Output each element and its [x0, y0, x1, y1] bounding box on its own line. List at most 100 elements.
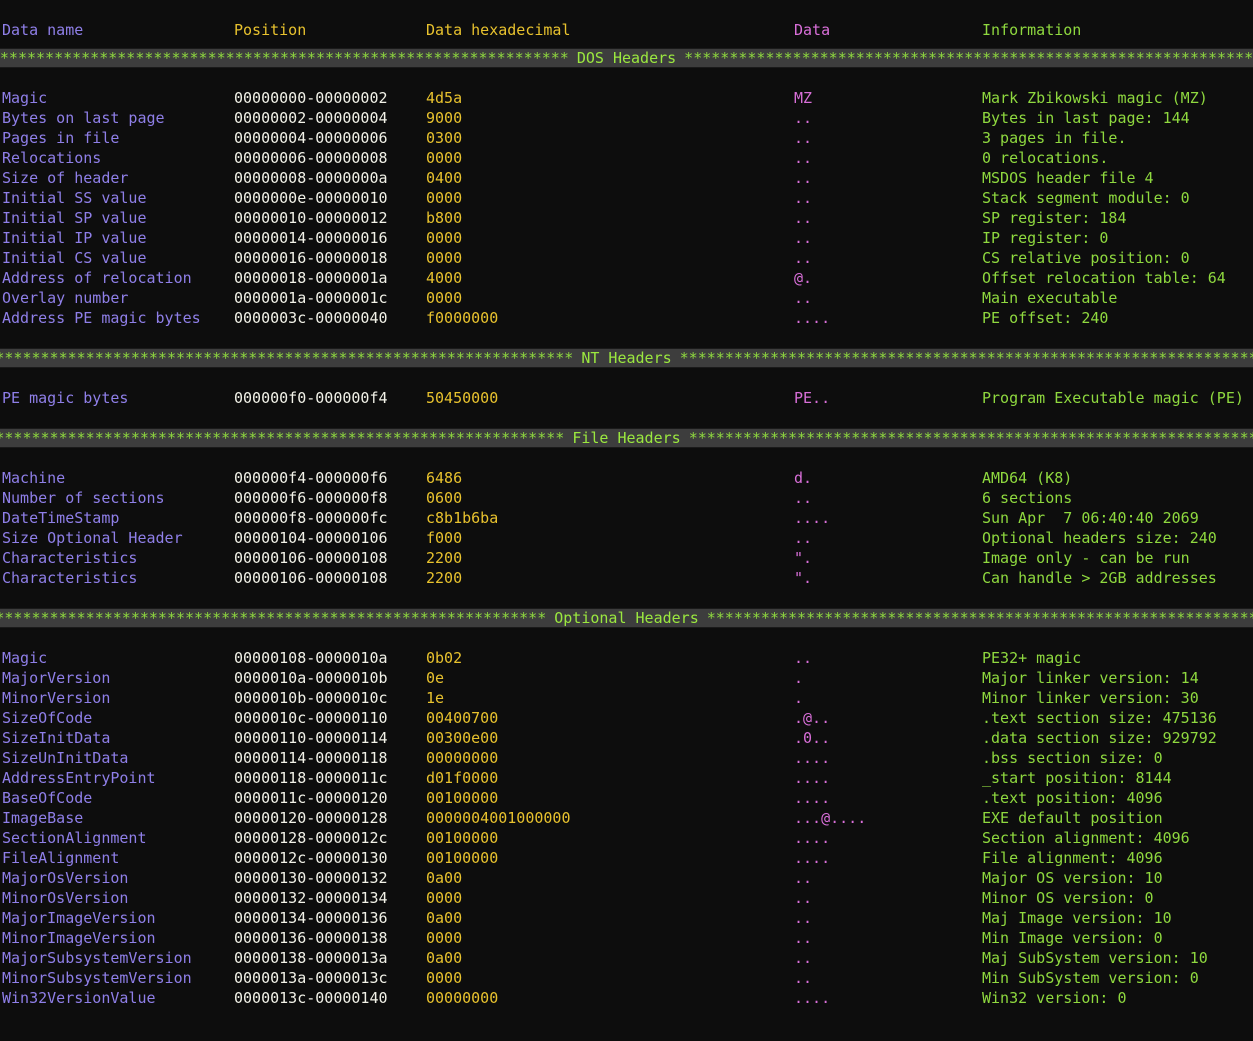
table-row[interactable]: Initial SP value 00000010-00000012 b800.. S…	[0, 208, 1253, 228]
row-data-hexadecimal: 0a00	[426, 869, 463, 887]
row-data-ascii: .0..	[794, 729, 831, 747]
table-row[interactable]: Number of sections 000000f6-000000f8 0600.…	[0, 488, 1253, 508]
table-row[interactable]: Machine 000000f4-000000f6 6486 d. AMD64 (K8)	[0, 468, 1253, 488]
section-bottom-spacer	[0, 408, 1253, 428]
row-information: _start position: 8144	[982, 769, 1172, 787]
table-row[interactable]: Initial CS value 00000016-00000018 0000.. C…	[0, 248, 1253, 268]
table-row[interactable]: DateTimeStamp 000000f8-000000fc c8b1b6ba..…	[0, 508, 1253, 528]
table-row[interactable]: Win32VersionValue 0000013c-00000140 000000…	[0, 988, 1253, 1008]
row-information: Min SubSystem version: 0	[982, 969, 1199, 987]
table-row[interactable]: Initial SS value 0000000e-00000010 0000.. S…	[0, 188, 1253, 208]
row-position: 00000014-00000016	[234, 229, 388, 247]
table-row[interactable]: SizeInitData 00000110-00000114 00300e00 .0.…	[0, 728, 1253, 748]
table-row[interactable]: MinorOsVersion 00000132-00000134 0000.. Min…	[0, 888, 1253, 908]
row-information: Min Image version: 0	[982, 929, 1163, 947]
row-data-hexadecimal: 0000	[426, 969, 463, 987]
row-data-hexadecimal: 00100000	[426, 829, 499, 847]
separator-stars-right: ****************************************…	[684, 49, 1253, 67]
table-row[interactable]: PE magic bytes 000000f0-000000f4 50450000 P…	[0, 388, 1253, 408]
section-separator: ****************************************…	[0, 48, 1253, 68]
row-position: 00000114-00000118	[234, 749, 388, 767]
row-position: 00000106-00000108	[234, 569, 388, 587]
separator-stars-right: ****************************************…	[679, 349, 1253, 367]
table-row[interactable]: Overlay number 0000001a-0000001c 0000.. Mai…	[0, 288, 1253, 308]
row-data-hexadecimal: 0000	[426, 229, 463, 247]
row-data-name: Magic	[2, 89, 48, 107]
row-data-ascii: ....	[794, 769, 831, 787]
table-row[interactable]: Address PE magic bytes 0000003c-00000040 f…	[0, 308, 1253, 328]
separator-stars-left: ****************************************…	[0, 429, 565, 447]
table-row[interactable]: SizeOfCode 0000010c-00000110 00400700 .@...…	[0, 708, 1253, 728]
table-row[interactable]: AddressEntryPoint 00000118-0000011c d01f00…	[0, 768, 1253, 788]
table-row[interactable]: Relocations 00000006-00000008 0000.. 0 relo…	[0, 148, 1253, 168]
table-row[interactable]: Address of relocation 00000018-0000001a 40…	[0, 268, 1253, 288]
header-table-body: ****************************************…	[0, 48, 1253, 1008]
row-data-ascii: ..	[794, 289, 813, 307]
row-data-name: MinorImageVersion	[2, 929, 156, 947]
table-row[interactable]: MajorOsVersion 00000130-00000132 0a00.. Maj…	[0, 868, 1253, 888]
row-position: 0000013a-0000013c	[234, 969, 388, 987]
row-data-ascii: ..	[794, 169, 813, 187]
table-row[interactable]: Characteristics 00000106-00000108 2200 ". Im…	[0, 548, 1253, 568]
table-row[interactable]: ImageBase 00000120-00000128 00000040010000…	[0, 808, 1253, 828]
table-row[interactable]: SizeUnInitData 00000114-00000118 00000000.…	[0, 748, 1253, 768]
row-data-ascii: ..	[794, 149, 813, 167]
table-row[interactable]: Pages in file 00000004-00000006 0300.. 3 pa…	[0, 128, 1253, 148]
row-information: Program Executable magic (PE)	[982, 389, 1244, 407]
row-position: 00000018-0000001a	[234, 269, 388, 287]
row-data-hexadecimal: 0400	[426, 169, 463, 187]
row-information: Main executable	[982, 289, 1118, 307]
table-row[interactable]: Size of header 00000008-0000000a 0400.. MSD…	[0, 168, 1253, 188]
table-row[interactable]: Magic 00000000-00000002 4d5a MZ Mark Zbikows…	[0, 88, 1253, 108]
row-position: 00000106-00000108	[234, 549, 388, 567]
row-data-name: Machine	[2, 469, 66, 487]
row-information: Can handle > 2GB addresses	[982, 569, 1217, 587]
table-row[interactable]: MinorSubsystemVersion 0000013a-0000013c 00…	[0, 968, 1253, 988]
row-position: 0000010b-0000010c	[234, 689, 388, 707]
row-information: CS relative position: 0	[982, 249, 1190, 267]
row-data-ascii: ....	[794, 749, 831, 767]
row-position: 00000104-00000106	[234, 529, 388, 547]
row-position: 0000003c-00000040	[234, 309, 388, 327]
table-row[interactable]: Characteristics 00000106-00000108 2200 ". Ca…	[0, 568, 1253, 588]
table-row[interactable]: BaseOfCode 0000011c-00000120 00100000.....…	[0, 788, 1253, 808]
row-position: 000000f8-000000fc	[234, 509, 388, 527]
section-separator: ****************************************…	[0, 428, 1253, 448]
row-data-name: SizeUnInitData	[2, 749, 129, 767]
table-row[interactable]: Initial IP value 00000014-00000016 0000.. I…	[0, 228, 1253, 248]
row-position: 000000f4-000000f6	[234, 469, 388, 487]
row-position: 00000016-00000018	[234, 249, 388, 267]
separator-stars-left: ****************************************…	[0, 609, 547, 627]
table-row[interactable]: Size Optional Header 00000104-00000106 f00…	[0, 528, 1253, 548]
section-bottom-spacer	[0, 328, 1253, 348]
table-row[interactable]: MinorVersion 0000010b-0000010c 1e. Minor li…	[0, 688, 1253, 708]
table-row[interactable]: SectionAlignment 00000128-0000012c 0010000…	[0, 828, 1253, 848]
row-information: 3 pages in file.	[982, 129, 1127, 147]
row-data-ascii: ..	[794, 969, 813, 987]
table-row[interactable]: MajorImageVersion 00000134-00000136 0a00..…	[0, 908, 1253, 928]
row-data-ascii: PE..	[794, 389, 831, 407]
table-row[interactable]: MajorVersion 0000010a-0000010b 0e. Major li…	[0, 668, 1253, 688]
row-information: File alignment: 4096	[982, 849, 1163, 867]
row-data-ascii: d.	[794, 469, 813, 487]
section-top-spacer	[0, 68, 1253, 88]
table-row[interactable]: MinorImageVersion 00000136-00000138 0000..…	[0, 928, 1253, 948]
column-header-position: Position	[234, 21, 307, 39]
table-row[interactable]: FileAlignment 0000012c-00000130 00100000..…	[0, 848, 1253, 868]
table-row[interactable]: MajorSubsystemVersion 00000138-0000013a 0a…	[0, 948, 1253, 968]
table-row[interactable]: Magic 00000108-0000010a 0b02.. PE32+ magic	[0, 648, 1253, 668]
row-position: 0000012c-00000130	[234, 849, 388, 867]
row-data-name: Address PE magic bytes	[2, 309, 201, 327]
column-header-data: Data	[794, 21, 831, 39]
row-data-name: SizeOfCode	[2, 709, 93, 727]
row-data-name: Magic	[2, 649, 48, 667]
section-top-spacer	[0, 448, 1253, 468]
row-data-name: MinorSubsystemVersion	[2, 969, 192, 987]
row-information: Offset relocation table: 64	[982, 269, 1226, 287]
row-position: 000000f6-000000f8	[234, 489, 388, 507]
row-data-hexadecimal: 0a00	[426, 949, 463, 967]
row-data-hexadecimal: 6486	[426, 469, 463, 487]
row-data-name: Number of sections	[2, 489, 165, 507]
table-row[interactable]: Bytes on last page 00000002-00000004 9000.…	[0, 108, 1253, 128]
row-data-name: Relocations	[2, 149, 102, 167]
